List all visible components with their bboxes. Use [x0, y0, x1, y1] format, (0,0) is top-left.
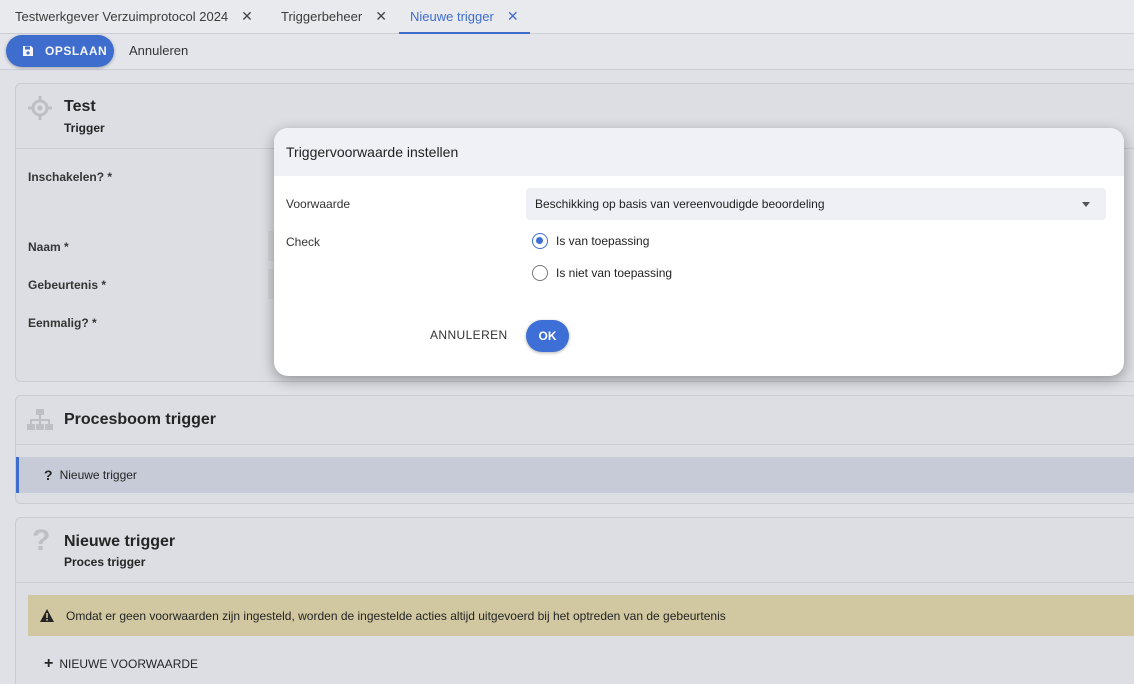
dialog-ok-button[interactable]: OK	[526, 320, 569, 352]
radio-label: Is niet van toepassing	[556, 266, 673, 280]
dialog-title: Triggervoorwaarde instellen	[274, 128, 1124, 176]
dialog-cancel-button[interactable]: ANNULEREN	[430, 328, 508, 342]
condition-label: Voorwaarde	[286, 197, 351, 211]
check-label: Check	[286, 235, 321, 249]
caret-down-icon	[1082, 202, 1090, 207]
trigger-condition-dialog: Triggervoorwaarde instellen Voorwaarde B…	[274, 128, 1124, 376]
condition-value: Beschikking op basis van vereenvoudigde …	[535, 197, 825, 211]
radio-is-van-toepassing[interactable]: Is van toepassing	[532, 233, 649, 249]
radio-unchecked-icon	[532, 265, 548, 281]
radio-is-niet-van-toepassing[interactable]: Is niet van toepassing	[532, 265, 672, 281]
radio-checked-icon	[532, 233, 548, 249]
condition-select[interactable]: Beschikking op basis van vereenvoudigde …	[526, 188, 1106, 220]
radio-label: Is van toepassing	[556, 234, 650, 248]
